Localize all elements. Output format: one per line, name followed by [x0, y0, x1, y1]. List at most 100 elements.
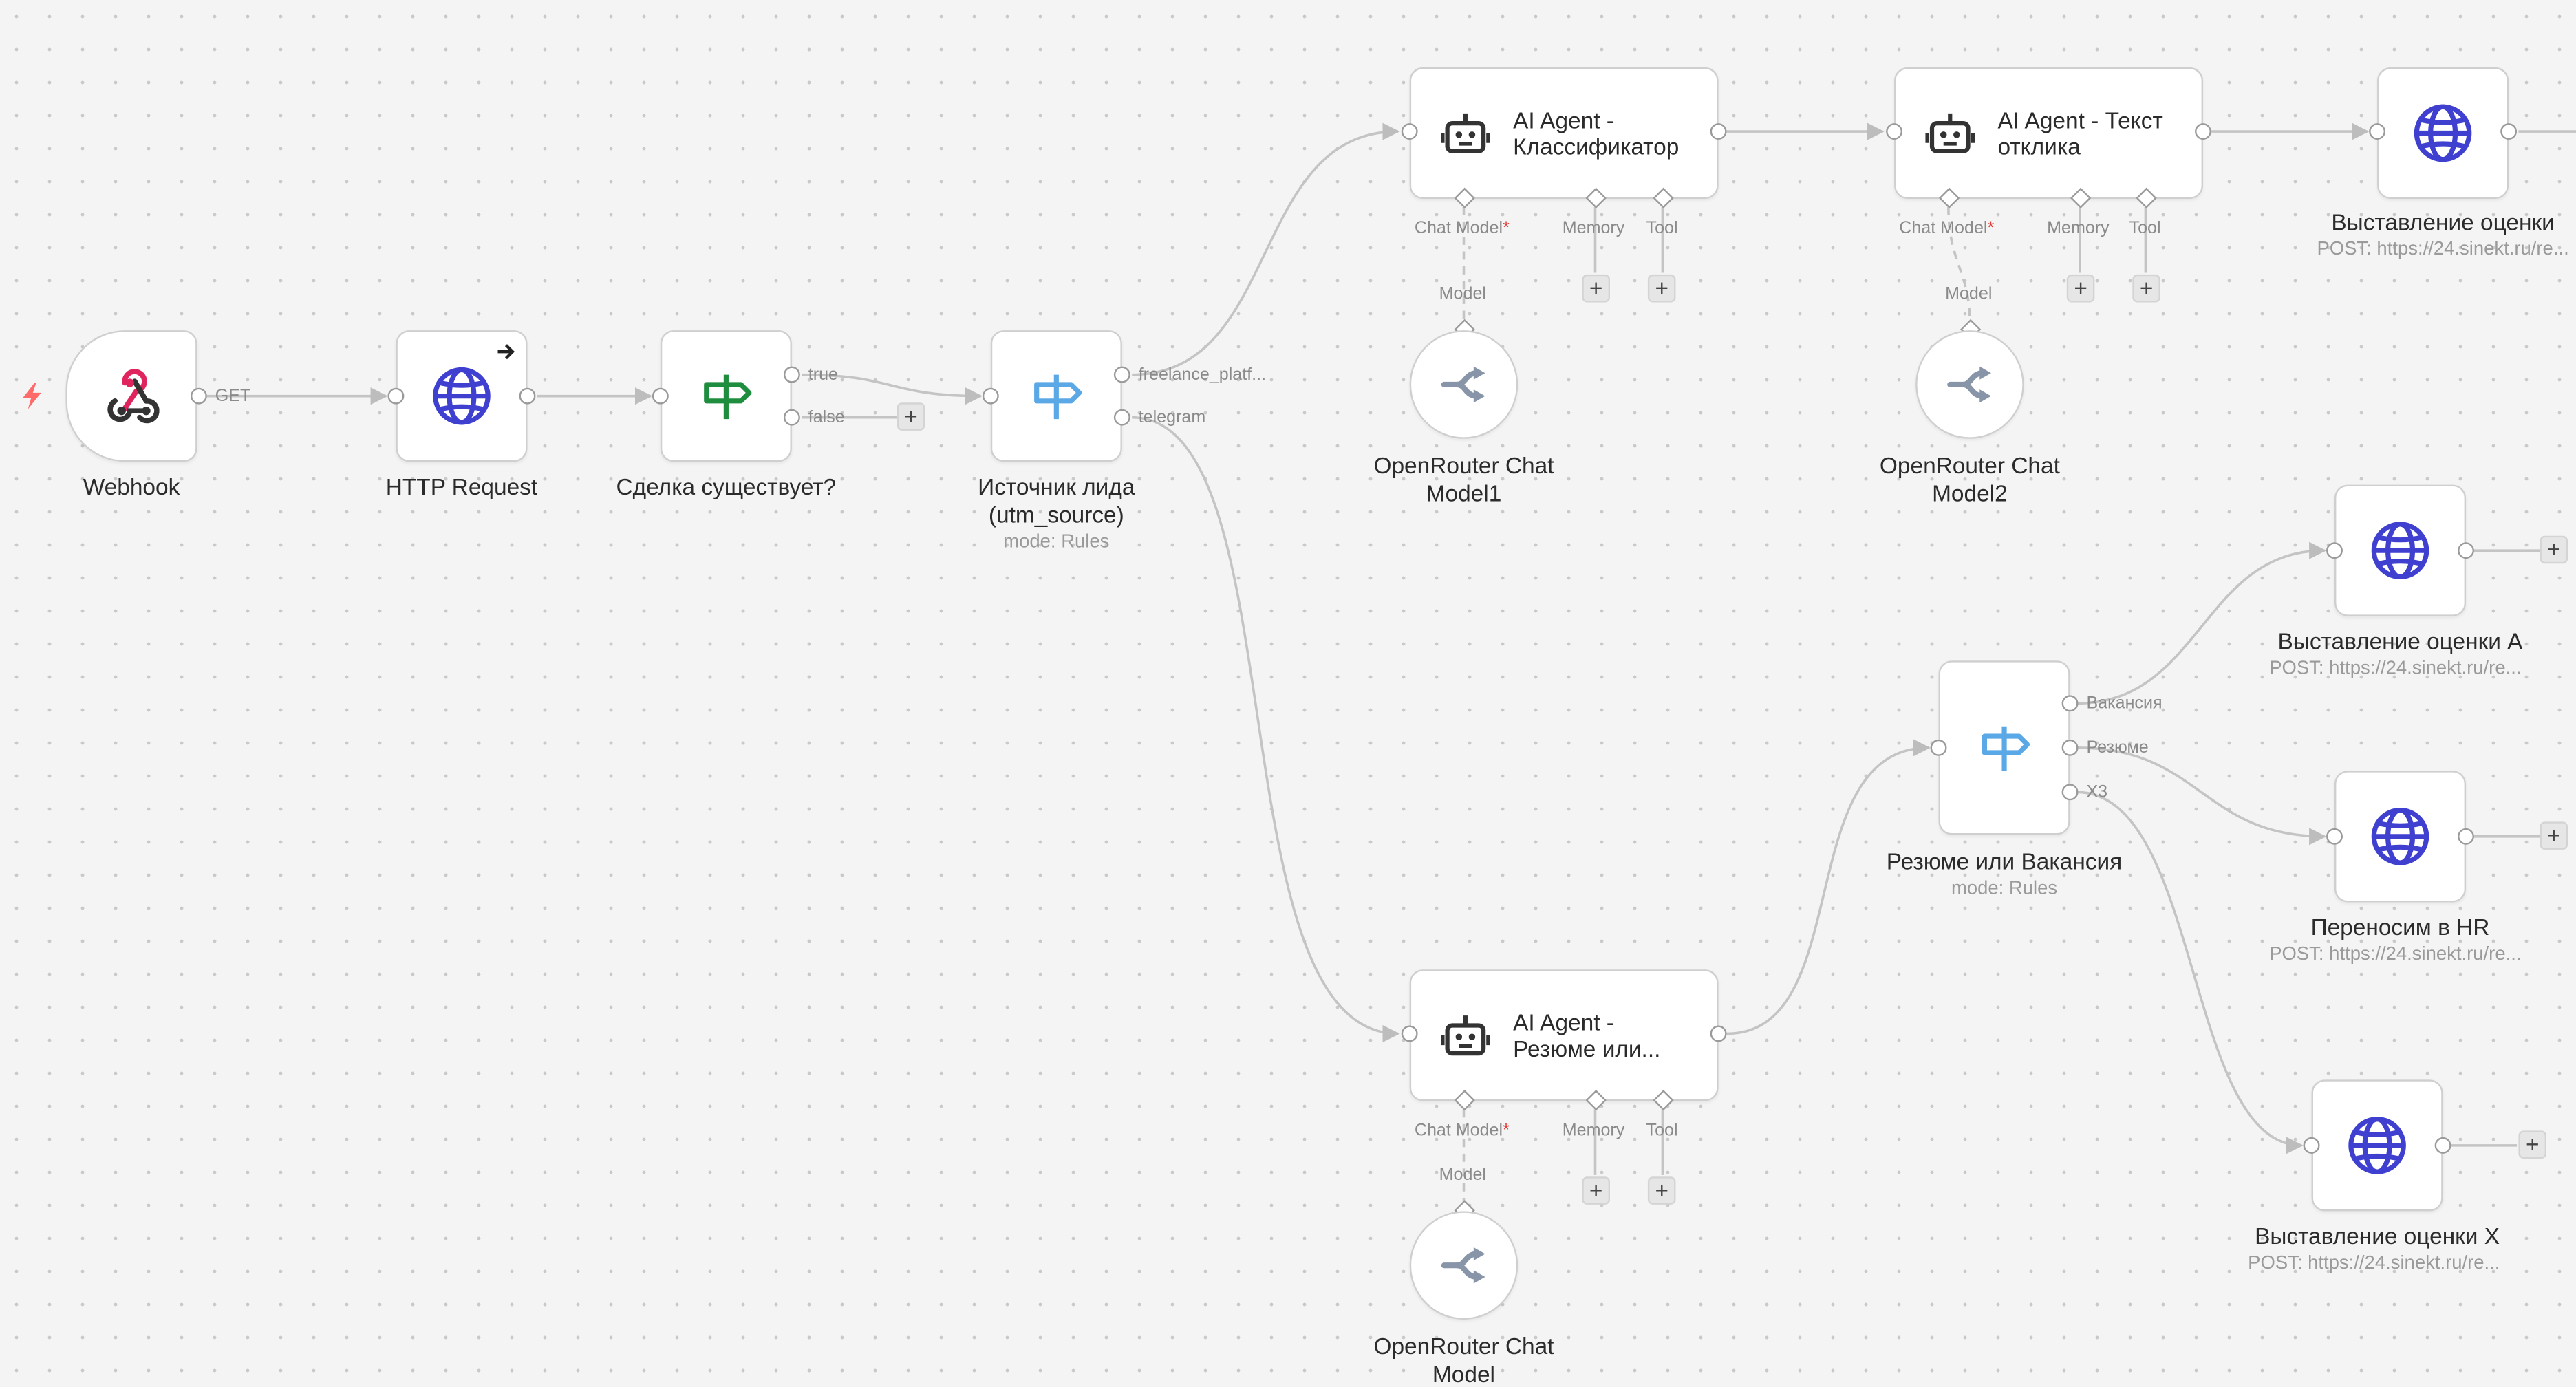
post-hr-output-port[interactable] — [2458, 828, 2474, 845]
signpost-icon — [1034, 374, 1082, 420]
add-node-button[interactable]: + — [2540, 821, 2568, 850]
agent2-output-port[interactable] — [2195, 123, 2211, 140]
label-memory: Memory — [2047, 218, 2110, 239]
post-top-label: Выставление оценки — [2331, 208, 2555, 235]
add-memory-button[interactable]: + — [2066, 274, 2095, 303]
add-memory-button[interactable]: + — [1582, 274, 1610, 303]
post-x-output-port[interactable] — [2434, 1137, 2451, 1154]
openrouter-model2-node[interactable] — [1915, 330, 2024, 439]
port-label-false: false — [808, 407, 845, 428]
source-freelance-port[interactable] — [1113, 366, 1130, 383]
vakansiya-port[interactable] — [2061, 695, 2079, 712]
add-tool-button[interactable]: + — [2132, 274, 2160, 303]
webhook-output-port[interactable] — [190, 387, 207, 405]
if-label: Сделка существует? — [616, 473, 837, 500]
if-node[interactable] — [660, 330, 792, 462]
globe-icon — [2414, 104, 2472, 162]
agent3-input-port[interactable] — [1401, 1025, 1418, 1042]
post-x-input-port[interactable] — [2303, 1137, 2320, 1154]
add-node-button[interactable]: + — [2518, 1130, 2547, 1159]
post-top-url: POST: https://24.sinekt.ru/re... — [2317, 239, 2569, 260]
label-memory: Memory — [1562, 1121, 1625, 1141]
post-a-input-port[interactable] — [2326, 542, 2343, 559]
http-request-node[interactable] — [396, 330, 528, 462]
x3-port[interactable] — [2061, 784, 2079, 801]
model2-label: OpenRouter Chat Model2 — [1879, 451, 2060, 506]
post-x-url: POST: https://24.sinekt.ru/re... — [2248, 1254, 2500, 1274]
rezume-input-port[interactable] — [1930, 739, 1947, 756]
add-node-button[interactable]: + — [2540, 535, 2568, 564]
robot-icon — [1441, 1015, 1490, 1056]
connections-layer — [206, 122, 2576, 1203]
robot-icon — [1441, 113, 1490, 153]
globe-icon — [2371, 522, 2429, 579]
edge-vakansiya-posta[interactable] — [2076, 541, 2327, 705]
http-input-port[interactable] — [387, 387, 405, 405]
agent2-input-port[interactable] — [1886, 123, 1903, 140]
label-model: Model — [1439, 1165, 1486, 1185]
label-tool: Tool — [1646, 1121, 1678, 1141]
globe-icon — [2348, 1117, 2406, 1174]
rezume-label: Резюме или Вакансия — [1886, 848, 2123, 874]
ai-agent-text-node[interactable]: AI Agent - Текст отклика — [1894, 67, 2203, 200]
if-false-port[interactable] — [783, 409, 800, 426]
post-score-node[interactable] — [2377, 67, 2509, 200]
post-hr-input-port[interactable] — [2326, 828, 2343, 845]
label-model: Model — [1439, 284, 1486, 304]
port-label-get: GET — [215, 386, 251, 406]
source-mode: mode: Rules — [1003, 532, 1110, 552]
add-node-button[interactable]: + — [897, 402, 925, 431]
post-score-x-node[interactable] — [2311, 1079, 2443, 1212]
post-score-a-node[interactable] — [2334, 484, 2467, 616]
webhook-node[interactable] — [65, 330, 197, 462]
openrouter-model-node[interactable] — [1409, 1211, 1518, 1320]
openrouter-icon — [1441, 1247, 1485, 1284]
if-true-port[interactable] — [783, 366, 800, 383]
http-output-port[interactable] — [519, 387, 536, 405]
model3-label: OpenRouter Chat Model — [1373, 1333, 1554, 1386]
post-top-input-port[interactable] — [2369, 123, 2386, 140]
edge-rezume-posthr[interactable] — [2076, 746, 2327, 846]
source-telegram-port[interactable] — [1113, 409, 1130, 426]
post-x-label: Выставление оценки Х — [2255, 1223, 2500, 1249]
post-top-output-port[interactable] — [2500, 123, 2518, 140]
arrow-right-icon — [497, 344, 515, 360]
robot-icon — [1925, 113, 1975, 153]
openrouter-icon — [1441, 366, 1485, 403]
source-input-port[interactable] — [982, 387, 999, 405]
if-input-port[interactable] — [652, 387, 669, 405]
signpost-icon — [1982, 726, 2030, 771]
rezume-switch-node[interactable] — [1938, 660, 2070, 835]
port-label-telegram: telegram — [1138, 407, 1206, 428]
globe-icon — [2371, 808, 2429, 865]
edge-source-agent3[interactable] — [1132, 416, 1400, 1042]
edge-x3-postx[interactable] — [2076, 791, 2304, 1154]
label-chat-model: Chat Model* — [1414, 218, 1510, 239]
model1-label: OpenRouter Chat Model1 — [1373, 451, 1554, 506]
label-tool: Tool — [2129, 218, 2161, 239]
port-label-freelance: freelance_platf... — [1138, 365, 1267, 385]
port-label-vakansiya: Вакансия — [2086, 694, 2162, 713]
edge-source-agent1[interactable] — [1132, 122, 1400, 376]
post-a-output-port[interactable] — [2458, 542, 2474, 559]
webhook-icon — [107, 369, 160, 424]
workflow-canvas[interactable]: GET Webhook HTTP Request true false + Сд… — [0, 0, 2576, 1387]
post-hr-node[interactable] — [2334, 771, 2467, 903]
add-tool-button[interactable]: + — [1647, 1176, 1676, 1205]
agent3-output-port[interactable] — [1710, 1025, 1727, 1042]
agent1-output-port[interactable] — [1710, 123, 1727, 140]
signpost-icon — [704, 374, 752, 420]
ai-agent-classifier-node[interactable]: AI Agent - Классификатор — [1409, 67, 1719, 200]
add-memory-button[interactable]: + — [1582, 1176, 1610, 1205]
agent1-input-port[interactable] — [1401, 123, 1418, 140]
openrouter-model1-node[interactable] — [1409, 330, 1518, 439]
webhook-label: Webhook — [83, 473, 180, 500]
agent-title: AI Agent - Классификатор — [1513, 106, 1679, 160]
source-switch-node[interactable] — [990, 330, 1122, 462]
add-tool-button[interactable]: + — [1647, 274, 1676, 303]
rezume-port[interactable] — [2061, 739, 2079, 756]
ai-agent-rezume-node[interactable]: AI Agent - Резюме или... — [1409, 969, 1719, 1101]
label-chat-model: Chat Model* — [1899, 218, 1995, 239]
agent-title: AI Agent - Резюме или... — [1513, 1008, 1661, 1062]
label-memory: Memory — [1562, 218, 1625, 239]
